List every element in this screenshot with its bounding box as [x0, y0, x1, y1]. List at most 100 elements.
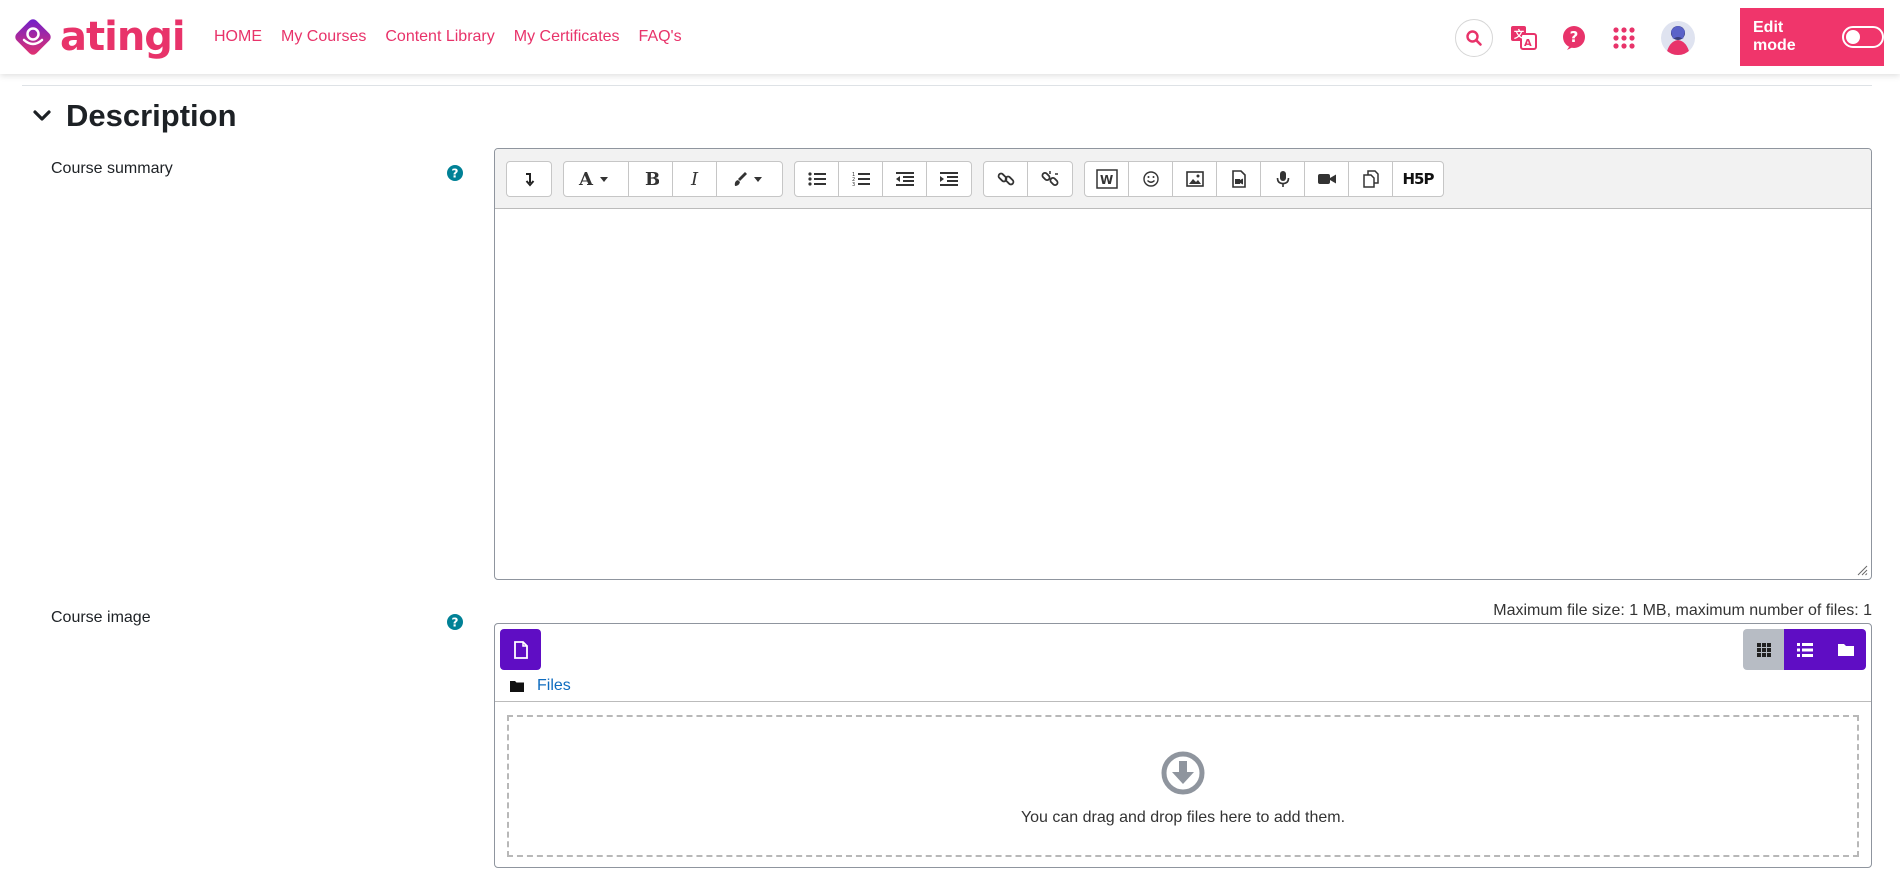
course-image-filemanager: Files You can drag and drop files here t…	[494, 623, 1872, 868]
toolbar-group-collapse	[506, 160, 552, 197]
course-image-label: Course image	[51, 609, 151, 626]
top-navbar: atingi HOME My Courses Content Library M…	[0, 0, 1900, 74]
grid-view-icon	[1756, 642, 1771, 657]
nav-link-faqs[interactable]: FAQ's	[639, 28, 682, 46]
nav-link-my-courses[interactable]: My Courses	[281, 28, 366, 46]
resize-handle-icon[interactable]	[1856, 564, 1868, 576]
course-summary-textarea[interactable]	[495, 209, 1871, 579]
unordered-list-button[interactable]	[795, 161, 839, 196]
user-avatar[interactable]	[1661, 21, 1695, 55]
file-view-switcher	[1743, 629, 1866, 670]
folder-icon	[510, 681, 524, 692]
search-button[interactable]	[1455, 19, 1493, 57]
nav-link-home[interactable]: HOME	[214, 28, 262, 46]
navbar-actions: 文 A ?	[1455, 18, 1695, 58]
svg-text:A: A	[578, 170, 594, 188]
font-style-icon: A	[578, 170, 608, 188]
indent-button[interactable]	[927, 162, 971, 196]
insert-image-button[interactable]	[1173, 161, 1217, 196]
manage-files-icon	[1362, 169, 1379, 188]
svg-text:B: B	[645, 170, 659, 188]
bold-button[interactable]: B	[629, 161, 673, 196]
course-summary-label: Course summary	[51, 160, 173, 177]
record-audio-button[interactable]	[1261, 161, 1305, 196]
chevron-down-icon	[33, 110, 51, 121]
svg-text:3: 3	[852, 182, 855, 187]
content-divider	[22, 85, 1872, 86]
emoji-icon	[1142, 170, 1159, 187]
primary-navigation: HOME My Courses Content Library My Certi…	[214, 0, 701, 74]
language-icon: 文 A	[1511, 26, 1537, 50]
apps-grid-icon	[1613, 27, 1635, 49]
unlink-button[interactable]	[1028, 162, 1072, 196]
unordered-list-icon	[807, 171, 826, 186]
show-more-buttons-button[interactable]	[507, 162, 551, 196]
edit-mode-switch[interactable]	[1842, 26, 1884, 48]
file-drop-zone[interactable]: You can drag and drop files here to add …	[507, 715, 1859, 857]
files-root-link[interactable]: Files	[537, 677, 571, 695]
nav-link-content-library[interactable]: Content Library	[385, 28, 494, 46]
brand-name: atingi	[60, 14, 186, 60]
show-more-icon	[525, 172, 535, 187]
atingi-logo-icon	[15, 19, 51, 55]
switch-knob	[1846, 30, 1861, 44]
toolbar-group-style: A B I	[563, 160, 783, 197]
file-icon	[513, 640, 528, 659]
emoji-button[interactable]	[1129, 161, 1173, 196]
file-limits-text: Maximum file size: 1 MB, maximum number …	[1493, 602, 1872, 619]
word-import-button[interactable]: W	[1085, 161, 1129, 196]
outdent-button[interactable]	[883, 161, 927, 196]
edit-mode-label: Edit mode	[1753, 19, 1796, 54]
svg-text:?: ?	[1570, 28, 1579, 46]
add-file-button[interactable]	[500, 629, 541, 670]
brand-logo-link[interactable]: atingi	[12, 14, 186, 60]
word-import-icon: W	[1095, 168, 1118, 189]
toolbar-group-insert: W H5P	[1084, 160, 1444, 197]
view-list-button[interactable]	[1784, 629, 1825, 670]
apps-button[interactable]	[1605, 19, 1643, 57]
ordered-list-icon: 123	[852, 172, 870, 187]
paragraph-styles-button[interactable]: A	[564, 161, 629, 196]
image-icon	[1185, 170, 1204, 187]
course-summary-help-icon[interactable]: ?	[447, 165, 463, 181]
course-summary-editor: A B I 1 2 3 W H5P	[494, 148, 1872, 580]
language-button[interactable]: 文 A	[1505, 19, 1543, 57]
svg-text:?: ?	[452, 167, 459, 181]
filemanager-divider	[495, 701, 1871, 702]
description-section-toggle[interactable]: Description	[32, 98, 237, 134]
search-icon	[1466, 30, 1482, 46]
edit-mode-toggle[interactable]: Edit mode	[1740, 8, 1884, 66]
ordered-list-button[interactable]: 123	[839, 161, 883, 196]
drop-zone-text: You can drag and drop files here to add …	[1020, 809, 1346, 826]
nav-link-my-certificates[interactable]: My Certificates	[514, 28, 620, 46]
list-view-icon	[1796, 642, 1813, 657]
folder-view-icon	[1837, 644, 1854, 656]
media-icon	[1231, 169, 1246, 188]
record-audio-icon	[1276, 170, 1289, 187]
section-title: Description	[66, 98, 237, 133]
indent-icon	[940, 171, 958, 186]
toolbar-group-links	[983, 160, 1073, 197]
text-color-icon	[734, 171, 762, 186]
font-color-button[interactable]	[717, 162, 782, 196]
link-button[interactable]	[984, 161, 1028, 196]
view-tree-button[interactable]	[1825, 629, 1866, 670]
h5p-button[interactable]: H5P	[1393, 162, 1443, 196]
file-path-breadcrumb: Files	[510, 677, 571, 695]
h5p-icon: H5P	[1402, 169, 1435, 188]
help-icon: ?	[1563, 26, 1585, 50]
italic-button[interactable]: I	[673, 161, 717, 196]
course-image-help-icon[interactable]: ?	[447, 614, 463, 630]
view-icons-button[interactable]	[1743, 629, 1784, 670]
record-video-icon	[1317, 173, 1336, 184]
record-video-button[interactable]	[1305, 161, 1349, 196]
svg-text:W: W	[1100, 173, 1113, 187]
unlink-icon	[1041, 170, 1059, 186]
insert-media-button[interactable]	[1217, 161, 1261, 196]
manage-files-button[interactable]	[1349, 161, 1393, 196]
avatar-image	[1661, 21, 1695, 55]
help-button[interactable]: ?	[1555, 19, 1593, 57]
bold-icon: B	[645, 170, 659, 188]
download-arrow-icon	[1161, 751, 1205, 795]
outdent-icon	[895, 171, 914, 186]
